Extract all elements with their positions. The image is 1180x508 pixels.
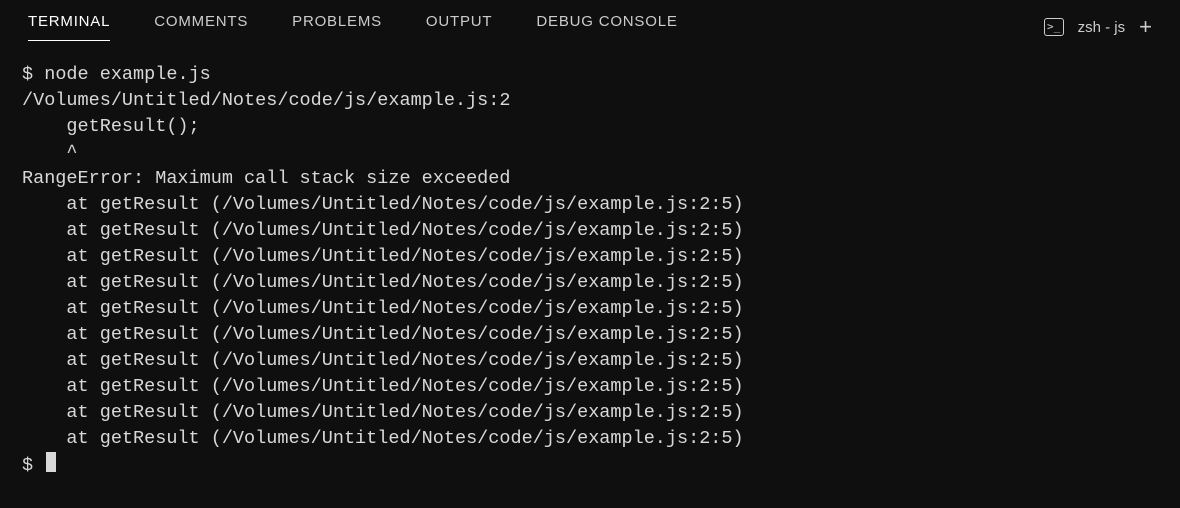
panel-tabs: TERMINAL COMMENTS PROBLEMS OUTPUT DEBUG … [28,13,678,41]
shell-label[interactable]: zsh - js [1078,19,1126,36]
terminal-cursor [46,452,56,472]
stack-frame: at getResult (/Volumes/Untitled/Notes/co… [22,426,1158,452]
command-text: node example.js [44,64,211,85]
error-file-line: /Volumes/Untitled/Notes/code/js/example.… [22,88,1158,114]
panel-header: TERMINAL COMMENTS PROBLEMS OUTPUT DEBUG … [0,0,1180,44]
tab-debug-console[interactable]: DEBUG CONSOLE [536,13,677,41]
tab-problems[interactable]: PROBLEMS [292,13,382,41]
tab-terminal[interactable]: TERMINAL [28,13,110,41]
error-caret-line: ^ [22,140,1158,166]
prompt-symbol: $ [22,64,33,85]
stack-frame: at getResult (/Volumes/Untitled/Notes/co… [22,374,1158,400]
error-call-line: getResult(); [22,114,1158,140]
shell-icon: >_ [1044,18,1064,36]
stack-frame: at getResult (/Volumes/Untitled/Notes/co… [22,218,1158,244]
new-terminal-icon[interactable]: + [1139,16,1152,38]
tab-comments[interactable]: COMMENTS [154,13,248,41]
terminal-controls: >_ zsh - js + [1044,16,1152,38]
stack-frame: at getResult (/Volumes/Untitled/Notes/co… [22,348,1158,374]
tab-output[interactable]: OUTPUT [426,13,492,41]
stack-frame: at getResult (/Volumes/Untitled/Notes/co… [22,322,1158,348]
terminal-output[interactable]: $ node example.js/Volumes/Untitled/Notes… [0,44,1180,479]
prompt-symbol: $ [22,455,33,476]
stack-frame: at getResult (/Volumes/Untitled/Notes/co… [22,192,1158,218]
stack-frame: at getResult (/Volumes/Untitled/Notes/co… [22,296,1158,322]
stack-frame: at getResult (/Volumes/Untitled/Notes/co… [22,400,1158,426]
error-title: RangeError: Maximum call stack size exce… [22,166,1158,192]
stack-frame: at getResult (/Volumes/Untitled/Notes/co… [22,244,1158,270]
stack-frame: at getResult (/Volumes/Untitled/Notes/co… [22,270,1158,296]
